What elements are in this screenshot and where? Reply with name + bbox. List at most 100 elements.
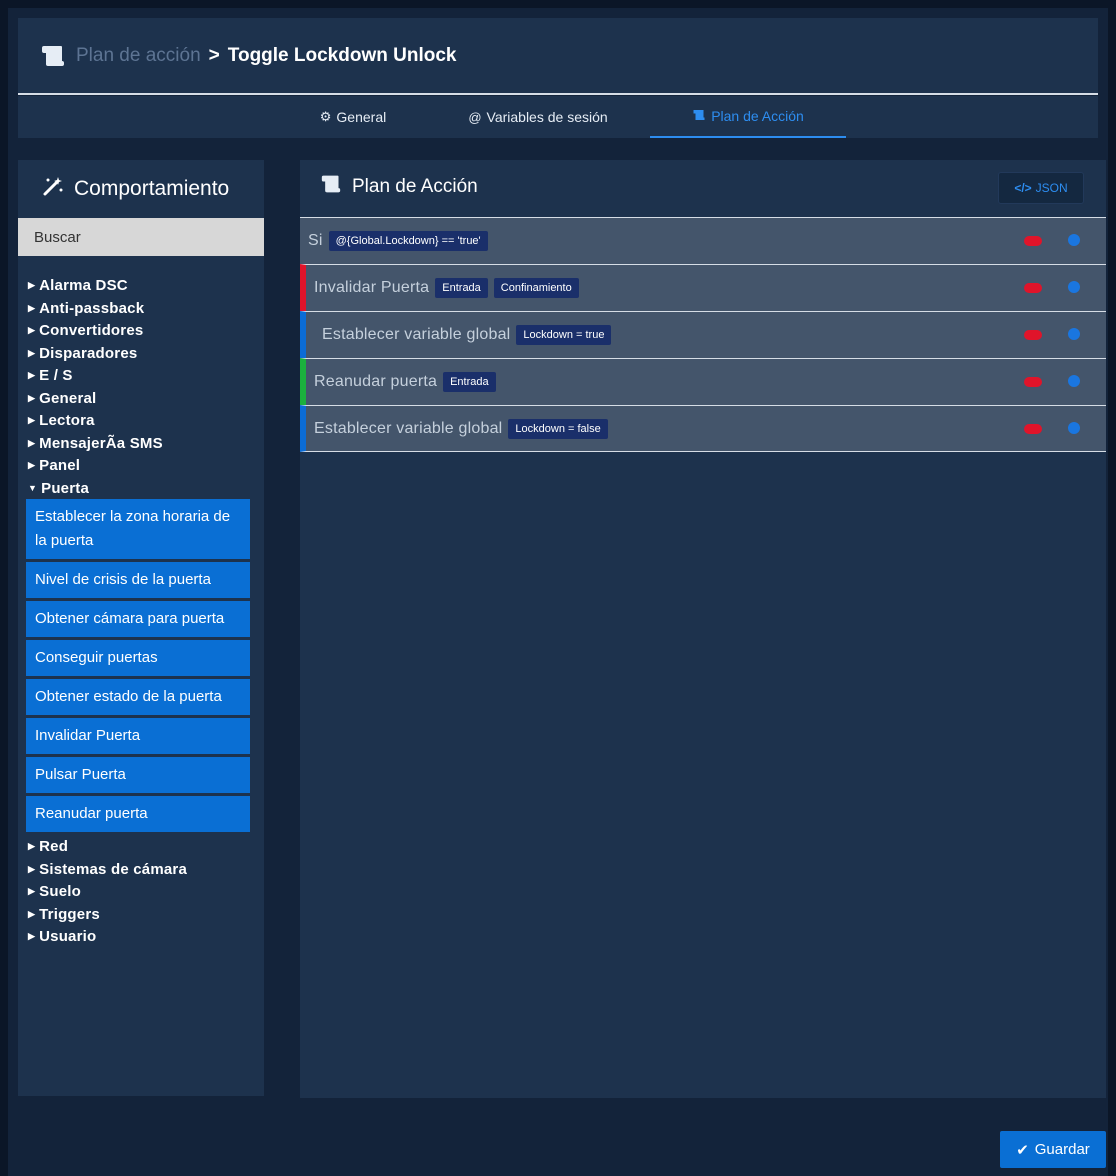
category-triggers[interactable]: ▶ Triggers	[28, 903, 264, 926]
category-label: Triggers	[39, 905, 100, 923]
caret-right-icon: ▶	[28, 886, 36, 896]
header-divider	[18, 93, 1098, 95]
category-label: MensajerÃa SMS	[39, 434, 163, 452]
category-panel[interactable]: ▶ Panel	[28, 454, 264, 477]
param-chip[interactable]: Entrada	[435, 278, 488, 298]
page-header: Plan de acción > Toggle Lockdown Unlock	[18, 18, 1098, 94]
category-label: Disparadores	[39, 344, 138, 362]
delete-icon[interactable]	[1024, 328, 1042, 342]
plan-row-set-global-true[interactable]: Establecer variable global Lockdown = tr…	[300, 311, 1106, 358]
category-label: Convertidores	[39, 322, 144, 339]
breadcrumb-separator: >	[208, 45, 220, 66]
edit-icon[interactable]	[1068, 422, 1082, 436]
param-chip[interactable]: Entrada	[443, 372, 496, 392]
panel-title-label: Plan de Acción	[352, 176, 478, 197]
plan-row-label: Invalidar Puerta	[314, 279, 430, 296]
action-item-get-doors[interactable]: Conseguir puertas	[26, 640, 250, 676]
plan-row-label: Si	[308, 232, 323, 249]
edit-icon[interactable]	[1068, 281, 1082, 295]
param-chip[interactable]: Lockdown = true	[516, 325, 612, 345]
json-button[interactable]: </> JSON	[998, 172, 1084, 204]
tab-session-variables[interactable]: @ Variables de sesión	[448, 96, 628, 138]
gear-icon: ⚙	[319, 109, 332, 124]
category-lectora[interactable]: ▶ Lectora	[28, 409, 264, 432]
category-label: Puerta	[41, 479, 89, 497]
caret-right-icon: ▶	[28, 280, 36, 290]
category-camera-systems[interactable]: ▶ Sistemas de cámara	[28, 858, 264, 881]
tab-action-plan[interactable]: Plan de Acción	[650, 96, 846, 138]
category-label: Alarma DSC	[39, 277, 128, 294]
code-icon: </>	[1014, 181, 1032, 195]
category-suelo[interactable]: ▶ Suelo	[28, 880, 264, 903]
puerta-actions-list: Establecer la zona horaria de la puerta …	[26, 499, 250, 832]
action-plan-rows: Si @{Global.Lockdown} == 'true' Invalida…	[300, 217, 1106, 452]
action-item-get-door-state[interactable]: Obtener estado de la puerta	[26, 679, 250, 715]
caret-right-icon: ▶	[28, 460, 36, 470]
caret-down-icon: ▼	[28, 482, 38, 493]
behavior-sidebar: Comportamiento Buscar ▶ Alarma DSC ▶ Anti-…	[18, 160, 264, 1096]
scroll-icon	[320, 174, 342, 200]
json-button-label: JSON	[1035, 181, 1068, 195]
category-label: General	[39, 389, 97, 407]
delete-icon[interactable]	[1024, 281, 1042, 295]
category-convertidores[interactable]: ▶ Convertidores	[28, 319, 264, 342]
caret-right-icon: ▶	[28, 931, 36, 941]
action-item-get-door-camera[interactable]: Obtener cámara para puerta	[26, 601, 250, 637]
action-item-set-door-timezone[interactable]: Establecer la zona horaria de la puerta	[26, 499, 250, 559]
plan-row-label: Reanudar puerta	[314, 373, 438, 390]
save-button[interactable]: ✔ Guardar	[1000, 1131, 1106, 1168]
category-label: Usuario	[39, 928, 97, 945]
category-usuario[interactable]: ▶ Usuario	[28, 925, 264, 948]
plan-row-resume-door[interactable]: Reanudar puerta Entrada	[300, 358, 1106, 405]
param-chip[interactable]: Confinamiento	[493, 278, 579, 298]
plan-row-if[interactable]: Si @{Global.Lockdown} == 'true'	[300, 217, 1106, 264]
action-item-resume-door[interactable]: Reanudar puerta	[26, 796, 250, 832]
tab-label: Plan de Acción	[711, 108, 804, 124]
scroll-icon	[692, 109, 706, 124]
search-input[interactable]: Buscar	[18, 218, 264, 256]
condition-chip[interactable]: @{Global.Lockdown} == 'true'	[328, 231, 488, 251]
tab-general[interactable]: ⚙ General	[308, 96, 398, 138]
category-disparadores[interactable]: ▶ Disparadores	[28, 342, 264, 365]
caret-right-icon: ▶	[28, 392, 36, 403]
category-general[interactable]: ▶ General	[28, 387, 264, 410]
action-item-pulse-door[interactable]: Pulsar Puerta	[26, 757, 250, 793]
category-list: ▶ Alarma DSC ▶ Anti-passback ▶ Convertidore…	[18, 256, 264, 948]
breadcrumb-parent-link[interactable]: Plan de acción	[76, 45, 201, 67]
category-alarma-dsc[interactable]: ▶ Alarma DSC	[28, 274, 264, 297]
edit-icon[interactable]	[1068, 328, 1082, 342]
plan-row-invalidate-door[interactable]: Invalidar Puerta Entrada Confinamiento	[300, 264, 1106, 311]
sidebar-title-label: Comportamiento	[74, 177, 230, 200]
caret-right-icon: ▶	[28, 841, 36, 851]
caret-right-icon: ▶	[28, 347, 36, 358]
category-red[interactable]: ▶ Red	[28, 835, 264, 858]
edit-icon[interactable]	[1068, 375, 1082, 389]
edit-icon[interactable]	[1068, 234, 1082, 248]
plan-row-set-global-false[interactable]: Establecer variable global Lockdown = fa…	[300, 405, 1106, 452]
action-item-invalidate-door[interactable]: Invalidar Puerta	[26, 718, 250, 754]
caret-right-icon: ▶	[28, 415, 36, 425]
plan-row-label: Establecer variable global	[322, 326, 511, 343]
category-label: Panel	[39, 457, 81, 474]
caret-right-icon: ▶	[28, 908, 36, 919]
category-puerta[interactable]: ▼ Puerta	[28, 477, 264, 500]
delete-icon[interactable]	[1024, 234, 1042, 248]
param-chip[interactable]: Lockdown = false	[508, 418, 608, 439]
sidebar-title: Comportamiento	[18, 160, 264, 218]
action-item-door-crisis-level[interactable]: Nivel de crisis de la puerta	[26, 562, 250, 598]
category-mensajeria-sms[interactable]: ▶ MensajerÃa SMS	[28, 432, 264, 455]
at-icon: @	[468, 109, 482, 125]
delete-icon[interactable]	[1024, 422, 1042, 436]
caret-right-icon: ▶	[28, 302, 36, 313]
caret-right-icon: ▶	[28, 370, 36, 380]
category-anti-passback[interactable]: ▶ Anti-passback	[28, 297, 264, 320]
panel-title: Plan de Acción	[320, 174, 478, 200]
delete-icon[interactable]	[1024, 375, 1042, 389]
tab-bar: ⚙ General @ Variables de sesión Plan de …	[18, 96, 1098, 138]
tab-label: Variables de sesión	[486, 109, 608, 125]
category-label: Red	[39, 838, 69, 855]
caret-right-icon: ▶	[28, 863, 36, 874]
category-label: Anti-passback	[39, 299, 145, 317]
category-es[interactable]: ▶ E / S	[28, 364, 264, 387]
magic-wand-icon	[42, 175, 64, 203]
